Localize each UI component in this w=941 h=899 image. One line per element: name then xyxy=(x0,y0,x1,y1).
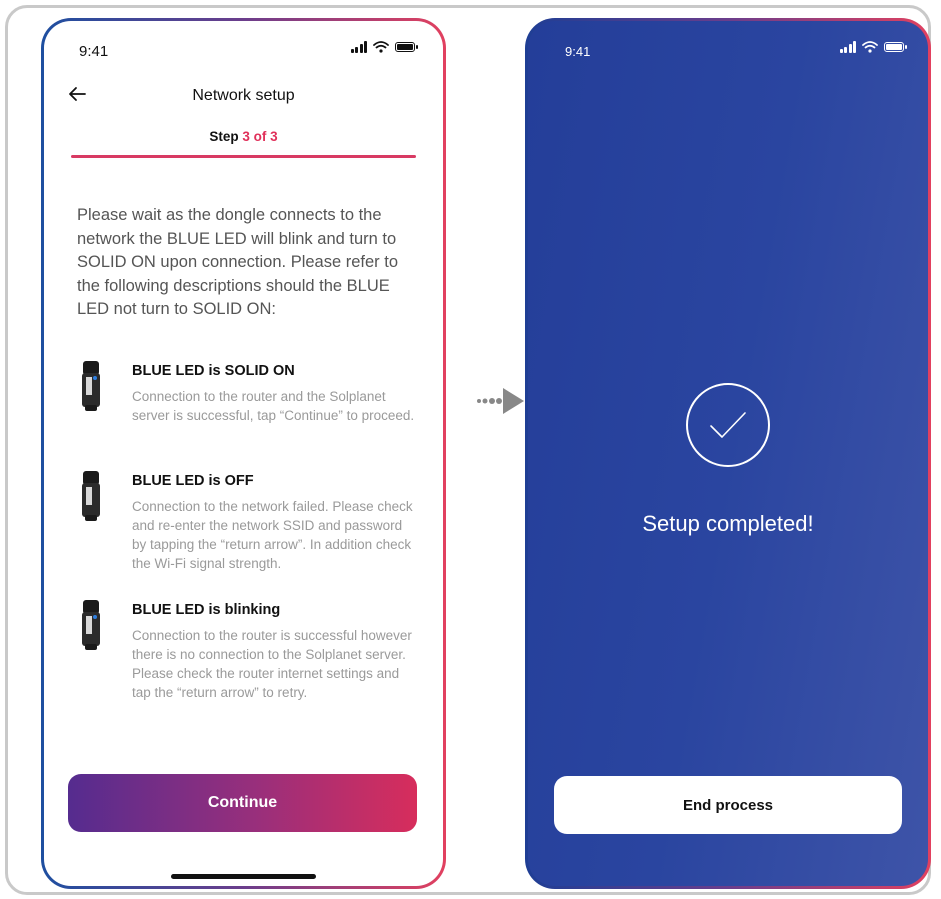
step-label: Step xyxy=(209,129,239,144)
dongle-led-blinking-icon xyxy=(82,600,100,650)
instructions-text: Please wait as the dongle connects to th… xyxy=(77,206,399,318)
end-process-button[interactable]: End process xyxy=(554,776,902,834)
status-time: 9:41 xyxy=(565,44,591,59)
status-icons xyxy=(839,41,907,53)
battery-icon xyxy=(884,42,907,52)
wifi-icon xyxy=(862,41,878,53)
cellular-signal-icon xyxy=(839,41,856,53)
led-state-title: BLUE LED is OFF xyxy=(132,473,254,489)
flow-arrow-icon xyxy=(477,388,524,414)
success-message: Setup completed! xyxy=(642,511,814,536)
status-time: 9:41 xyxy=(79,43,109,60)
continue-button[interactable]: Continue xyxy=(68,774,417,832)
phone-network-setup: 9:41 Network setup Step 3 of 3 Please wa… xyxy=(41,18,446,889)
led-state-description: Connection to the router and the Solplan… xyxy=(132,389,415,423)
success-check-icon xyxy=(686,383,770,467)
cellular-signal-icon xyxy=(350,41,367,53)
dongle-led-off-icon xyxy=(82,471,100,521)
home-indicator xyxy=(171,874,316,879)
dongle-led-on-icon xyxy=(82,361,100,411)
step-indicator: Step 3 of 3 xyxy=(44,129,443,144)
wifi-icon xyxy=(373,41,389,53)
led-state-description: Connection to the router is successful h… xyxy=(132,628,412,700)
led-state-title: BLUE LED is SOLID ON xyxy=(132,363,295,379)
checkmark-icon xyxy=(710,412,746,438)
screen-network-setup: 9:41 Network setup Step 3 of 3 Please wa… xyxy=(44,21,443,886)
led-state-description: Connection to the network failed. Please… xyxy=(132,499,413,571)
status-icons xyxy=(350,41,418,53)
battery-icon xyxy=(395,42,418,52)
phone-setup-complete: 9:41 Setup completed! End process xyxy=(525,18,931,889)
page-title: Network setup xyxy=(192,87,295,104)
screen-setup-complete: 9:41 Setup completed! End process xyxy=(528,21,928,886)
led-state-title: BLUE LED is blinking xyxy=(132,602,281,618)
step-value: 3 of 3 xyxy=(242,129,278,144)
step-progress-bar xyxy=(71,155,416,158)
